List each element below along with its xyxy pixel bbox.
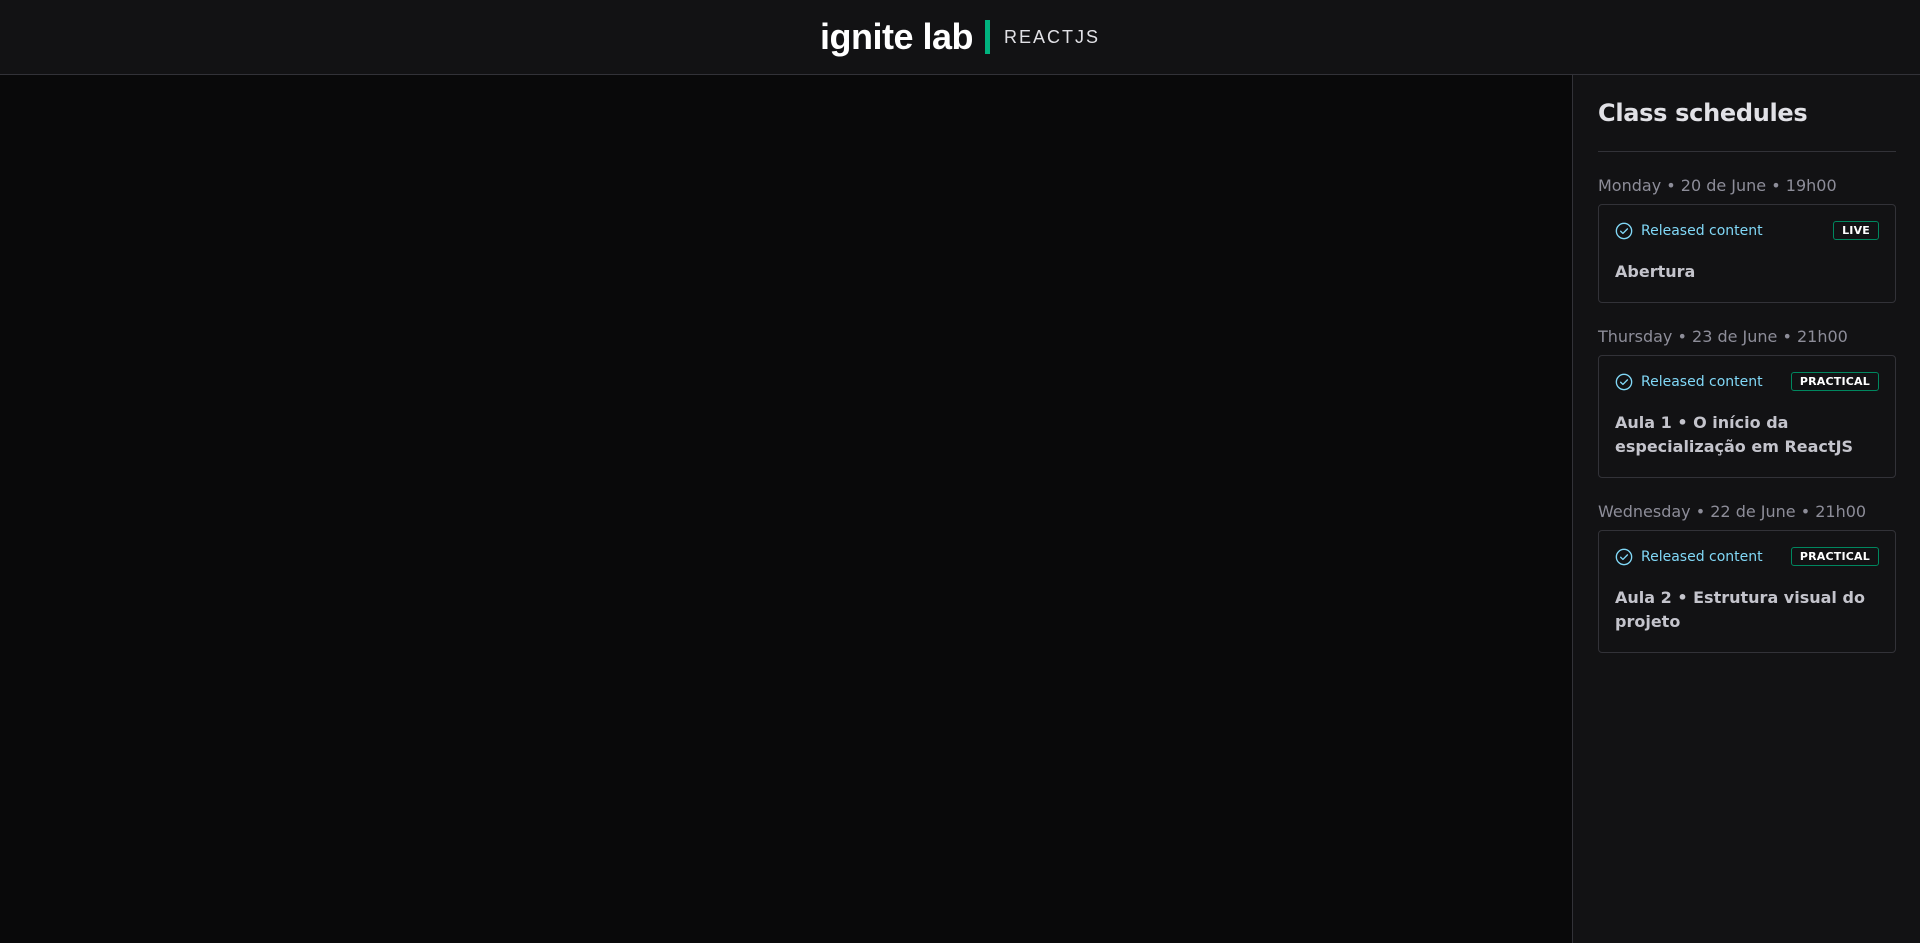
- lesson-date: Thursday • 23 de June • 21h00: [1598, 327, 1848, 346]
- lesson-item: Thursday • 23 de June • 21h00 Released c…: [1598, 327, 1896, 478]
- check-circle-icon: [1615, 548, 1633, 566]
- lesson-card-header: Released content PRACTICAL: [1615, 372, 1879, 391]
- class-schedule-sidebar: Class schedules Monday • 20 de June • 19…: [1572, 75, 1920, 943]
- lesson-date: Wednesday • 22 de June • 21h00: [1598, 502, 1867, 521]
- lesson-card-aula-1[interactable]: Released content PRACTICAL Aula 1 • O in…: [1598, 355, 1896, 478]
- lesson-item: Monday • 20 de June • 19h00 Released con…: [1598, 176, 1896, 303]
- lesson-badge-practical: PRACTICAL: [1790, 547, 1879, 566]
- logo-subtitle: REACTJS: [1004, 26, 1101, 47]
- logo-divider: [985, 20, 990, 54]
- lesson-date: Monday • 20 de June • 19h00: [1598, 176, 1837, 195]
- top-header: ignite lab REACTJS: [0, 0, 1920, 75]
- lesson-status: Released content: [1615, 548, 1763, 566]
- logo-text: ignite lab: [819, 16, 974, 57]
- check-circle-icon: [1615, 373, 1633, 391]
- lesson-status-label: Released content: [1641, 222, 1763, 239]
- lesson-badge-live: LIVE: [1833, 221, 1879, 240]
- lesson-status: Released content: [1615, 373, 1763, 391]
- lesson-item: Wednesday • 22 de June • 21h00 Released …: [1598, 502, 1896, 653]
- lesson-title: Aula 1 • O início da especialização em R…: [1615, 413, 1854, 456]
- lesson-card-header: Released content LIVE: [1615, 221, 1879, 240]
- lesson-status-label: Released content: [1641, 373, 1763, 390]
- check-circle-icon: [1615, 222, 1633, 240]
- lesson-card-aula-2[interactable]: Released content PRACTICAL Aula 2 • Estr…: [1598, 530, 1896, 653]
- lesson-card-abertura[interactable]: Released content LIVE Abertura: [1598, 204, 1896, 303]
- ignite-lab-logo[interactable]: ignite lab REACTJS: [820, 16, 1100, 58]
- lesson-status-label: Released content: [1641, 548, 1763, 565]
- video-player-area: [0, 75, 1572, 943]
- lesson-badge-practical: PRACTICAL: [1790, 372, 1879, 391]
- sidebar-title: Class schedules: [1598, 99, 1896, 152]
- lesson-title: Abertura: [1615, 262, 1696, 281]
- lesson-card-header: Released content PRACTICAL: [1615, 547, 1879, 566]
- lesson-title: Aula 2 • Estrutura visual do projeto: [1615, 588, 1865, 631]
- lesson-status: Released content: [1615, 222, 1763, 240]
